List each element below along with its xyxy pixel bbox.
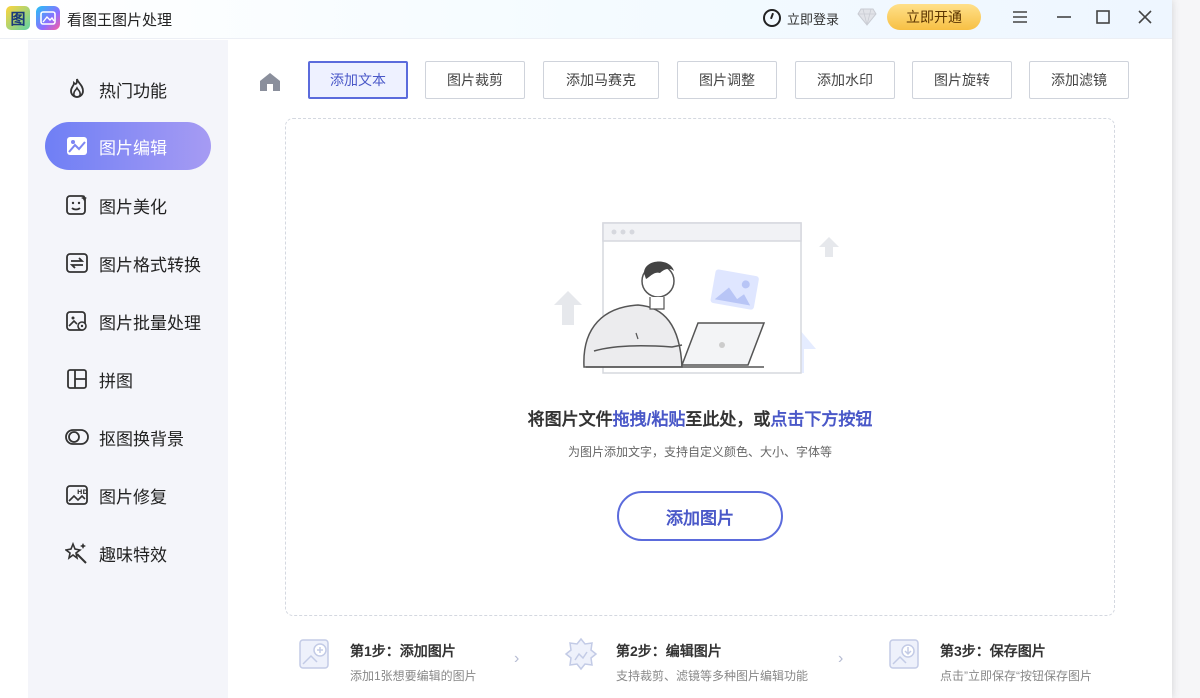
add-image-icon xyxy=(299,639,329,669)
sidebar-item-cutout[interactable]: 抠图换背景 xyxy=(45,413,211,461)
title-bar: 图 看图王图片处理 立即登录 立即开通 xyxy=(0,0,1172,39)
step-2: 第2步：编辑图片 支持裁剪、滤镜等多种图片编辑功能 xyxy=(564,632,834,688)
app-title: 看图王图片处理 xyxy=(67,12,173,29)
steps-guide: 第1步：添加图片 添加1张想要编辑的图片 › 第2步：编辑图片 支持裁剪、滤镜等… xyxy=(288,632,1128,692)
drop-zone-subtitle: 为图片添加文字，支持自定义颜色、大小、字体等 xyxy=(567,445,832,459)
save-image-icon xyxy=(889,639,919,669)
svg-text:HD: HD xyxy=(77,488,88,496)
sidebar-item-collage[interactable]: 拼图 xyxy=(45,355,211,403)
drop-title-text: 将图片文件 xyxy=(527,410,613,429)
tab-add-text[interactable]: 添加文本 xyxy=(308,61,408,99)
collage-icon xyxy=(65,367,89,391)
step-title: 第3步：保存图片 xyxy=(940,643,1046,659)
edit-image-icon xyxy=(564,637,598,671)
sidebar-item-label: 拼图 xyxy=(99,371,133,391)
tab-watermark[interactable]: 添加水印 xyxy=(795,61,895,99)
clock-user-icon xyxy=(763,9,781,27)
logo-letter: 图 xyxy=(10,10,26,28)
drag-paste-highlight: 拖拽/粘贴 xyxy=(612,410,686,429)
minimize-icon[interactable] xyxy=(1053,6,1075,28)
step-description: 支持裁剪、滤镜等多种图片编辑功能 xyxy=(616,669,809,683)
sidebar-item-repair[interactable]: HD 图片修复 xyxy=(45,471,211,519)
background-window xyxy=(1172,0,1200,698)
main-panel: 添加文本 图片裁剪 添加马赛克 图片调整 添加水印 图片旋转 添加滤镜 将图片文… xyxy=(228,40,1172,698)
batch-process-icon xyxy=(65,309,89,333)
login-button[interactable]: 立即登录 xyxy=(763,7,839,29)
sidebar-item-beautify[interactable]: 图片美化 xyxy=(45,181,211,229)
drop-title-text: 至此处，或 xyxy=(685,410,771,429)
login-label: 立即登录 xyxy=(787,11,840,27)
sidebar-item-effects[interactable]: 趣味特效 xyxy=(45,529,211,577)
diamond-icon xyxy=(857,8,877,26)
step-description: 点击”立即保存“按钮保存图片 xyxy=(940,669,1092,683)
sidebar-item-label: 趣味特效 xyxy=(99,545,167,565)
click-button-highlight: 点击下方按钮 xyxy=(770,410,873,429)
tab-rotate[interactable]: 图片旋转 xyxy=(912,61,1012,99)
step-title: 第2步：编辑图片 xyxy=(616,643,722,659)
sidebar-item-label: 抠图换背景 xyxy=(99,429,184,449)
format-convert-icon xyxy=(65,251,89,275)
close-icon[interactable] xyxy=(1134,6,1156,28)
drop-zone-title: 将图片文件拖拽/粘贴至此处，或点击下方按钮 xyxy=(286,405,1114,430)
step-3: 第3步：保存图片 点击”立即保存“按钮保存图片 xyxy=(888,632,1118,688)
tab-crop[interactable]: 图片裁剪 xyxy=(425,61,525,99)
app-image-logo-icon xyxy=(36,6,60,30)
add-image-button[interactable]: 添加图片 xyxy=(617,491,783,541)
sidebar-item-label: 图片编辑 xyxy=(99,138,167,158)
sidebar-item-label: 图片美化 xyxy=(99,197,167,217)
upload-illustration xyxy=(554,222,839,374)
tab-adjust[interactable]: 图片调整 xyxy=(677,61,777,99)
step-1: 第1步：添加图片 添加1张想要编辑的图片 xyxy=(298,632,528,688)
sidebar: 热门功能 图片编辑 图片美化 图片格式转换 图片批量处理 拼图 抠图换背景 HD… xyxy=(28,40,228,698)
tab-filter[interactable]: 添加滤镜 xyxy=(1029,61,1129,99)
flame-icon xyxy=(65,77,89,101)
sidebar-item-label: 图片修复 xyxy=(99,487,167,507)
sidebar-item-label: 热门功能 xyxy=(99,81,167,101)
app-window: 图 看图王图片处理 立即登录 立即开通 热门功能 图片编辑 图片美化 图片格式转… xyxy=(0,0,1172,698)
home-icon[interactable] xyxy=(258,70,282,94)
image-beautify-icon xyxy=(65,193,89,217)
step-description: 添加1张想要编辑的图片 xyxy=(350,669,477,683)
sidebar-item-label: 图片格式转换 xyxy=(99,255,201,275)
vip-activate-button[interactable]: 立即开通 xyxy=(887,4,981,30)
hd-repair-icon: HD xyxy=(65,483,89,507)
maximize-icon[interactable] xyxy=(1092,6,1114,28)
sidebar-item-format-convert[interactable]: 图片格式转换 xyxy=(45,239,211,287)
menu-icon[interactable] xyxy=(1009,6,1031,28)
magic-effect-icon xyxy=(65,541,89,565)
chevron-right-icon: › xyxy=(838,650,844,667)
app-logo-icon: 图 xyxy=(6,6,30,30)
sidebar-item-image-edit[interactable]: 图片编辑 xyxy=(45,122,211,170)
drop-zone[interactable]: 将图片文件拖拽/粘贴至此处，或点击下方按钮 为图片添加文字，支持自定义颜色、大小… xyxy=(285,118,1115,616)
sidebar-item-batch[interactable]: 图片批量处理 xyxy=(45,297,211,345)
image-edit-icon xyxy=(65,134,89,158)
sidebar-item-hot[interactable]: 热门功能 xyxy=(45,65,211,113)
cutout-icon xyxy=(65,425,89,449)
tab-mosaic[interactable]: 添加马赛克 xyxy=(543,61,659,99)
chevron-right-icon: › xyxy=(514,650,520,667)
sidebar-item-label: 图片批量处理 xyxy=(99,313,201,333)
step-title: 第1步：添加图片 xyxy=(350,643,456,659)
